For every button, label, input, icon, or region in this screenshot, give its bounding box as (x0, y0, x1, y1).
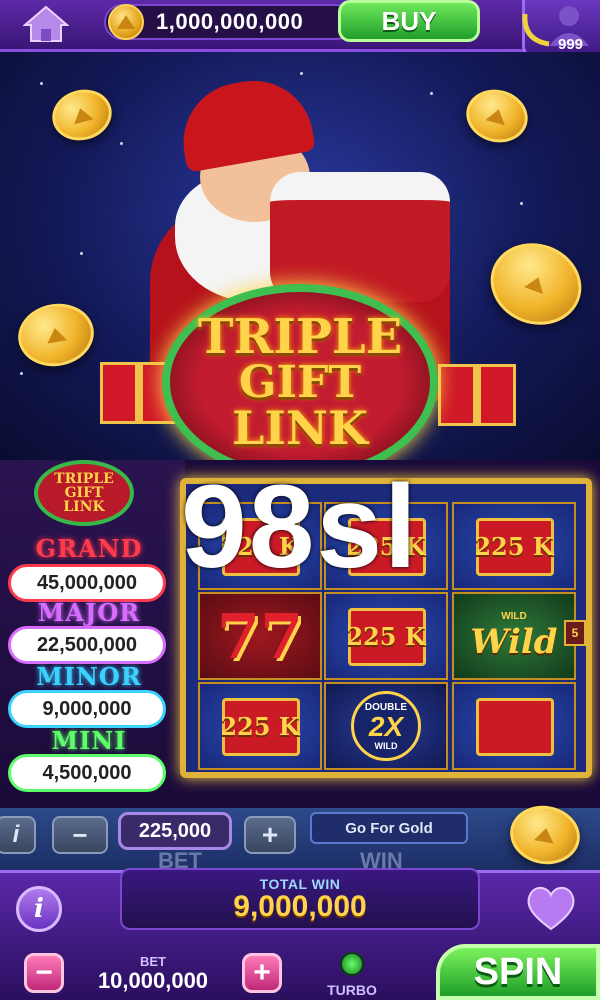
home-button[interactable] (18, 4, 74, 44)
floating-coin-icon (46, 83, 118, 147)
floating-coin-icon (479, 230, 593, 338)
reel-cell: DOUBLE 2X WILD (324, 682, 448, 770)
gift-value-label: 225 K (346, 621, 426, 651)
reel-cell: 225 K (198, 682, 322, 770)
floating-coin-icon (460, 82, 534, 150)
gift-value-label: 225 K (474, 531, 554, 561)
jackpot-mini-value: 4,500,000 (8, 754, 166, 792)
bet-amount-display: 225,000 (118, 812, 232, 850)
reel-cell (452, 682, 576, 770)
gift-icon (476, 698, 554, 756)
jackpot-logo-line-1: TRIPLE (54, 471, 114, 487)
reel-cell: 77 (198, 592, 322, 680)
coin-balance-bar: 1,000,000,000 (104, 4, 354, 40)
game-banner: TRIPLE GIFT LINK (0, 52, 600, 460)
total-bet-label: BET (140, 953, 166, 969)
jackpot-minor-value: 9,000,000 (8, 690, 166, 728)
floating-coin-icon (13, 297, 99, 373)
spin-button[interactable]: SPIN (436, 944, 600, 1000)
wild-symbol: Wild (470, 621, 558, 662)
gift-icon (438, 364, 516, 426)
total-bet-value: 10,000,000 (97, 967, 209, 993)
reel-side-badge: 5 (564, 620, 586, 646)
double-value: 2X (368, 710, 404, 742)
jackpot-logo-line-3: LINK (63, 499, 105, 515)
total-win-value: 9,000,000 (233, 890, 367, 923)
gift-value-label: 225 K (220, 711, 300, 741)
go-for-gold-button[interactable]: Go For Gold (310, 812, 468, 844)
watermark-text: 98sl (181, 461, 419, 593)
gift-sack (270, 172, 450, 302)
reel-cell: 225 K (452, 502, 576, 590)
total-bet-control: − BET 10,000,000 + (24, 950, 284, 996)
bet-increase-button[interactable]: + (244, 816, 296, 854)
coin-balance: 1,000,000,000 (156, 9, 304, 34)
favorite-button[interactable] (520, 880, 582, 936)
total-win-display: TOTAL WIN 9,000,000 (120, 868, 480, 930)
jackpot-minor-label: MINOR (36, 662, 142, 691)
logo-line-1: TRIPLE (197, 309, 403, 365)
jackpot-major-value: 22,500,000 (8, 626, 166, 664)
seven-symbol: 77 (216, 599, 304, 673)
info-button[interactable]: i (16, 886, 62, 932)
row-info-button[interactable]: i (0, 816, 36, 854)
turbo-toggle[interactable] (340, 952, 364, 976)
buy-button[interactable]: BUY (338, 0, 480, 42)
jackpot-logo-line-2: GIFT (64, 485, 104, 501)
total-bet-increase-button[interactable]: + (242, 953, 282, 993)
wild-small-label: WILD (501, 610, 527, 622)
game-logo: TRIPLE GIFT LINK (162, 284, 438, 460)
bet-decrease-button[interactable]: − (52, 816, 108, 854)
total-bet-display: BET 10,000,000 (68, 951, 238, 995)
reel-cell: 225 K (324, 592, 448, 680)
level-badge: 999 (558, 36, 584, 53)
jackpot-logo: TRIPLE GIFT LINK (34, 460, 134, 526)
logo-line-2: GIFT (238, 357, 362, 408)
double-wild-label: WILD (374, 740, 398, 751)
turbo-label: TURBO (327, 982, 377, 998)
heart-icon (527, 887, 575, 931)
coin-icon (108, 4, 144, 40)
jackpot-mini-label: MINI (51, 726, 127, 755)
jackpot-major-label: MAJOR (37, 598, 141, 627)
logo-line-3: LINK (232, 401, 368, 455)
level-ring-icon (522, 13, 550, 47)
home-icon (23, 5, 69, 42)
total-bet-decrease-button[interactable]: − (24, 953, 64, 993)
reel-cell: WILD Wild (452, 592, 576, 680)
